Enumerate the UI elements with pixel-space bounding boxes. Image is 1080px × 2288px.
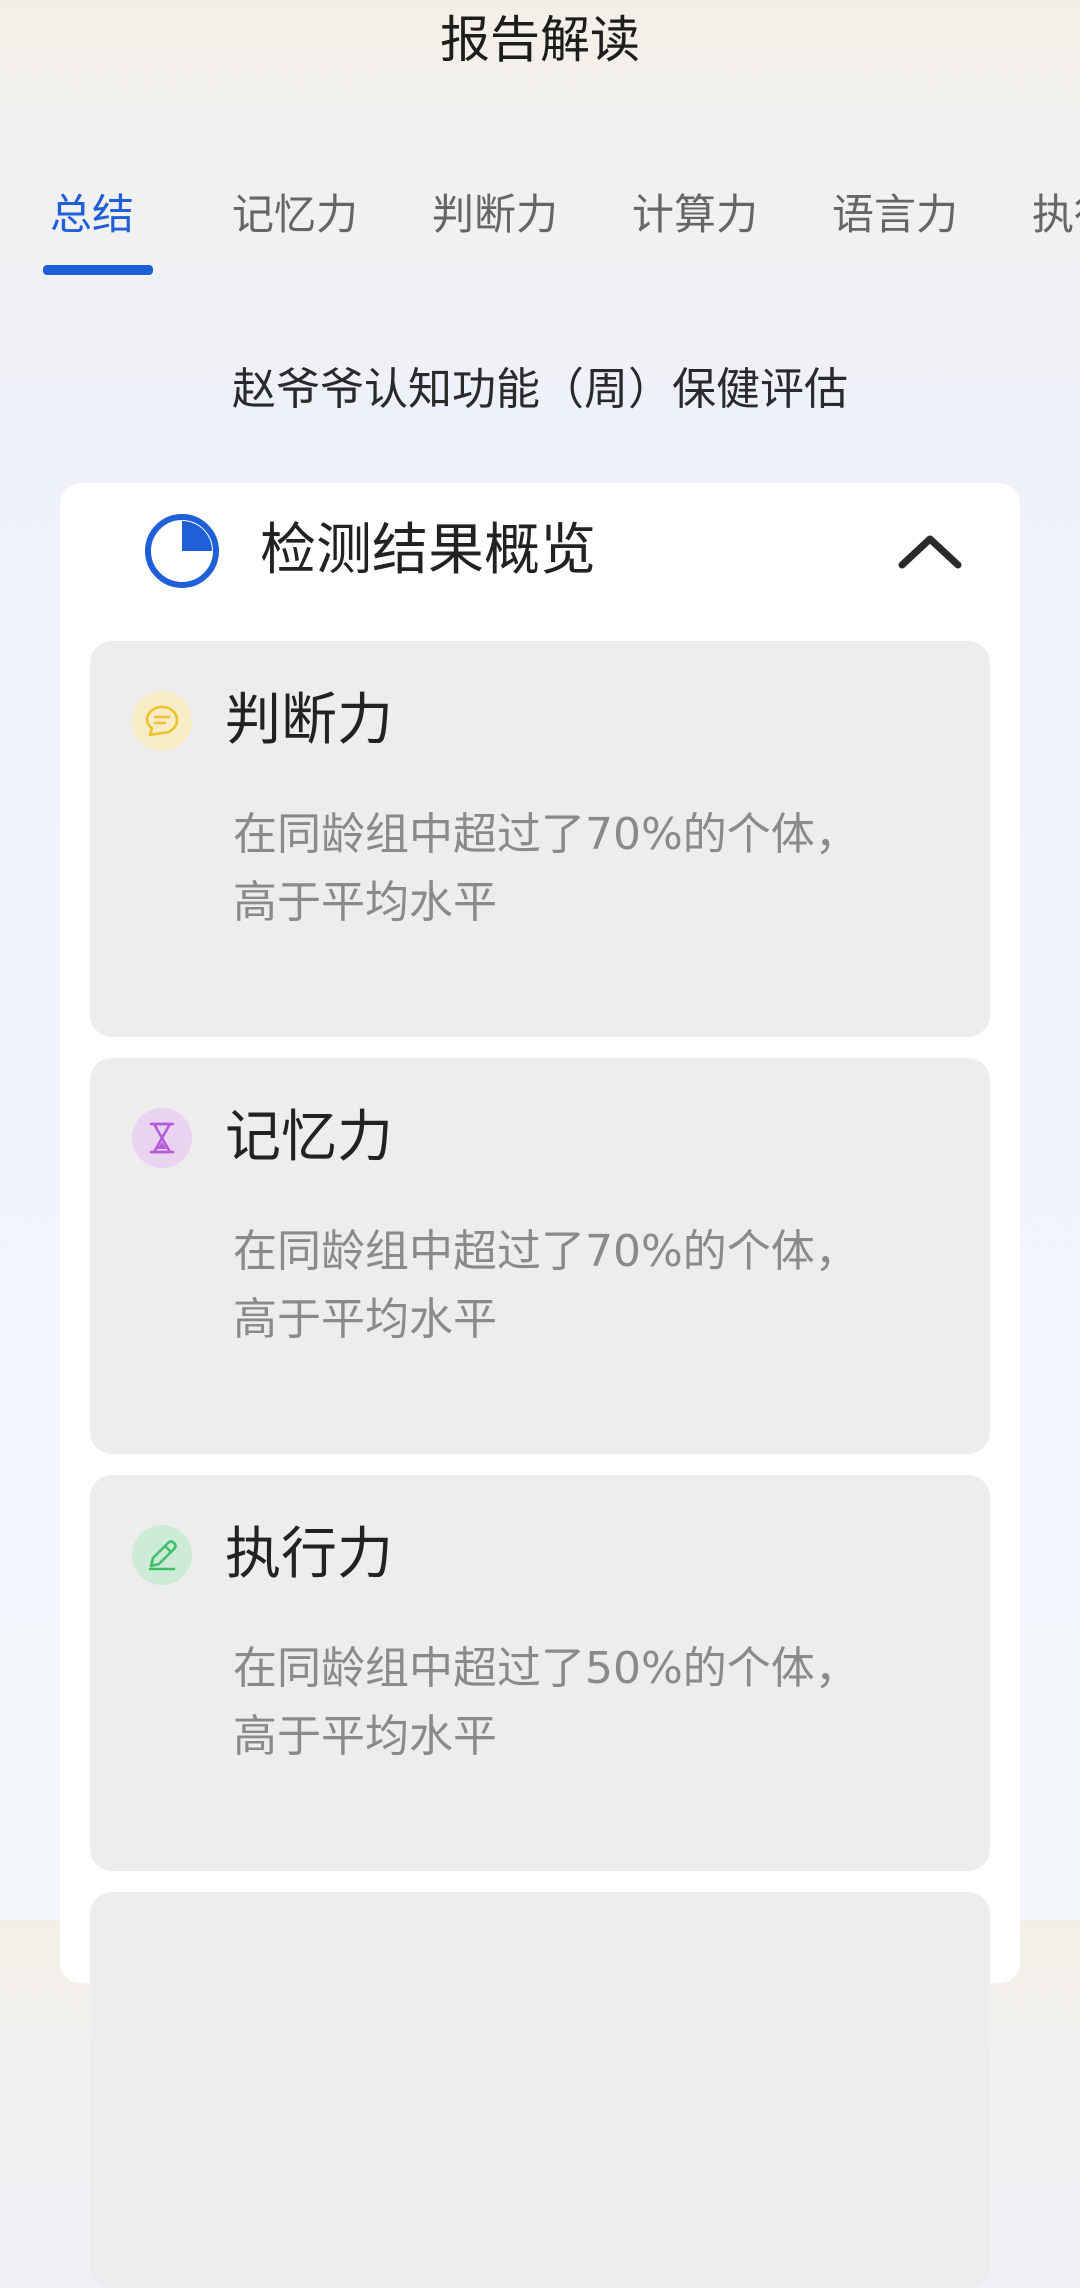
- item-description: 在同龄组中超过了70%的个体， 高于平均水平: [233, 809, 859, 928]
- overview-title: 检测结果概览: [260, 518, 596, 583]
- chevron-up-icon: [898, 535, 962, 569]
- tab-summary[interactable]: 总结: [50, 185, 134, 245]
- result-item-next[interactable]: [90, 1892, 990, 2288]
- active-tab-indicator: [43, 265, 153, 275]
- collapse-button[interactable]: [880, 513, 980, 589]
- item-title: 执行力: [225, 1522, 393, 1587]
- hourglass-icon: [132, 1108, 192, 1168]
- result-item-memory[interactable]: 记忆力 在同龄组中超过了70%的个体， 高于平均水平: [90, 1058, 990, 1454]
- result-item-judgment[interactable]: 判断力 在同龄组中超过了70%的个体， 高于平均水平: [90, 641, 990, 1037]
- page-title: 报告解读: [440, 11, 640, 69]
- item-description: 在同龄组中超过了70%的个体， 高于平均水平: [233, 1226, 859, 1345]
- app-header: 报告解读: [0, 0, 1080, 100]
- tab-memory[interactable]: 记忆力: [232, 185, 358, 245]
- chat-bubble-icon: [132, 691, 192, 751]
- item-title: 判断力: [225, 688, 393, 753]
- result-item-execution[interactable]: 执行力 在同龄组中超过了50%的个体， 高于平均水平: [90, 1475, 990, 1871]
- tab-language[interactable]: 语言力: [832, 185, 958, 245]
- report-title: 赵爷爷认知功能（周）保健评估: [232, 364, 848, 415]
- tab-calculation[interactable]: 计算力: [632, 185, 758, 245]
- tab-execution[interactable]: 执行力: [1032, 185, 1080, 245]
- tab-bar: 总结 记忆力 判断力 计算力 语言力 执行力: [0, 170, 1080, 290]
- tab-judgment[interactable]: 判断力: [432, 185, 558, 245]
- overview-header[interactable]: 检测结果概览: [60, 483, 1020, 633]
- item-description: 在同龄组中超过了50%的个体， 高于平均水平: [233, 1643, 859, 1762]
- overview-card: 检测结果概览 判断力 在同龄组中超过了70%的个体， 高于平均水平 记忆力 在同…: [60, 483, 1020, 2288]
- pie-chart-icon: [144, 513, 220, 589]
- item-title: 记忆力: [225, 1105, 393, 1170]
- pencil-icon: [132, 1525, 192, 1585]
